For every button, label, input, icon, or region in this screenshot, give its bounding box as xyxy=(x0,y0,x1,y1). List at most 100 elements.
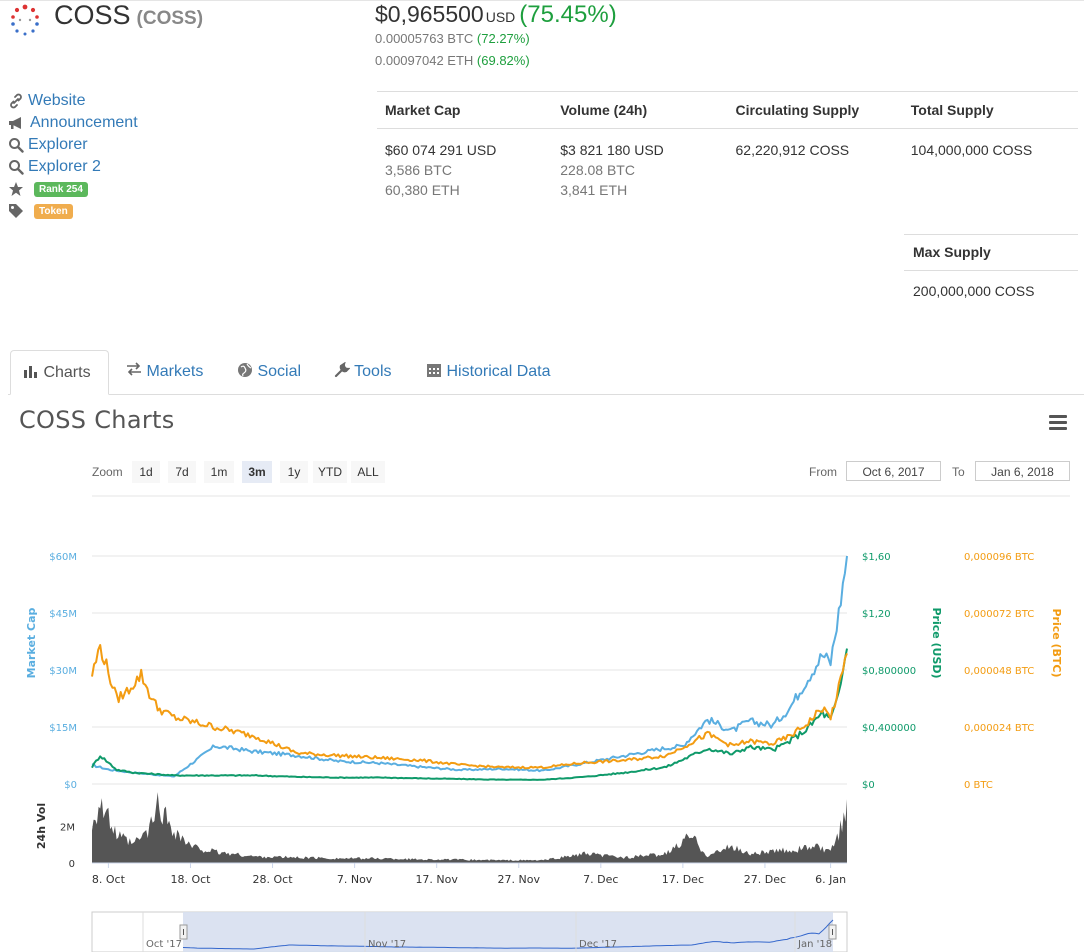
price-eth: 0.00097042 ETH (69.82%) xyxy=(375,53,530,68)
price-usd: $0,965500 USD (75.45%) xyxy=(375,1,617,29)
max-supply-header: Max Supply xyxy=(904,234,1078,271)
link-website-label[interactable]: Website xyxy=(28,92,86,110)
market-cap-cell: $60 074 291 USD 3,586 BTC 60,380 ETH xyxy=(377,140,552,200)
chart-axis-ticks: $0 $0 0 BTC $15M $0,400000 0,000024 BTC $30M $0… xyxy=(49,552,1034,870)
volume-eth: 3,841 ETH xyxy=(560,182,628,198)
volume-usd: $3 821 180 USD xyxy=(560,142,664,158)
charts-title: COSS Charts xyxy=(19,406,175,434)
link-explorer-2[interactable]: Explorer 2 xyxy=(8,156,138,178)
tab-historical-data[interactable]: Historical Data xyxy=(426,350,550,394)
market-cap-tick: $15M xyxy=(49,723,77,734)
tab-tools[interactable]: Tools xyxy=(334,350,392,394)
stats-header-total: Total Supply xyxy=(910,102,994,118)
link-announcement-label[interactable]: Announcement xyxy=(30,114,138,132)
price-usd-tick: $0,400000 xyxy=(862,723,916,734)
stats-header-circulating: Circulating Supply xyxy=(735,102,860,118)
zoom-1m-button[interactable]: 1m xyxy=(204,461,234,483)
x-tick-label: 18. Oct xyxy=(170,873,211,886)
from-date-input[interactable]: Oct 6, 2017 xyxy=(846,461,941,481)
price-btc-tick: 0 BTC xyxy=(964,780,993,791)
tab-markets[interactable]: Markets xyxy=(126,350,203,394)
circulating-supply-value: 62,220,912 COSS xyxy=(735,142,850,158)
navigator-label: Jan '18 xyxy=(797,939,832,950)
exchange-icon xyxy=(127,362,141,376)
x-tick-label: 17. Dec xyxy=(662,873,704,886)
tab-charts[interactable]: Charts xyxy=(10,350,109,395)
price-usd-value: $0,965500 xyxy=(375,1,484,27)
market-cap-btc: 3,586 BTC xyxy=(385,162,452,178)
stats-header-volume: Volume (24h) xyxy=(560,102,648,118)
chart-series xyxy=(91,555,848,781)
coss-logo-icon xyxy=(11,4,39,36)
zoom-all-button[interactable]: ALL xyxy=(351,461,385,483)
volume-btc: 228.08 BTC xyxy=(560,162,635,178)
x-tick-label: 27. Dec xyxy=(744,873,786,886)
price-btc-change: (72.27%) xyxy=(476,31,530,46)
type-badge: Token xyxy=(34,203,73,219)
to-label: To xyxy=(952,465,965,479)
price-btc: 0.00005763 BTC (72.27%) xyxy=(375,31,530,46)
x-axis-ticks: 8. Oct 18. Oct 28. Oct 7. Nov 17. Nov 27. Nov… xyxy=(92,862,847,886)
volume-axis-label: 24h Vol xyxy=(35,803,48,849)
coin-symbol: (COSS) xyxy=(136,8,204,29)
stats-body-row: $60 074 291 USD 3,586 BTC 60,380 ETH $3 … xyxy=(377,129,1078,200)
zoom-1y-button[interactable]: 1y xyxy=(280,461,308,483)
volume-tick: 2M xyxy=(60,823,75,834)
tab-social[interactable]: Social xyxy=(237,350,301,394)
x-tick-label: 7. Dec xyxy=(583,873,618,886)
price-usd-unit: USD xyxy=(485,9,516,25)
tab-bar: Charts Markets Social Tools Historical D… xyxy=(8,350,1084,395)
tab-historical-data-label: Historical Data xyxy=(446,363,551,380)
zoom-3m-button[interactable]: 3m xyxy=(242,461,272,483)
star-icon xyxy=(9,182,23,196)
rank-badge: Rank 254 xyxy=(34,181,88,197)
link-website[interactable]: Website xyxy=(8,90,138,112)
to-date-input[interactable]: Jan 6, 2018 xyxy=(975,461,1070,481)
price-usd-tick: $1,60 xyxy=(862,552,891,563)
zoom-7d-button[interactable]: 7d xyxy=(168,461,196,483)
search-icon xyxy=(9,160,24,175)
tab-tools-label: Tools xyxy=(354,363,392,380)
x-tick-label: 17. Nov xyxy=(415,873,458,886)
link-explorer-label[interactable]: Explorer xyxy=(28,136,88,154)
price-btc-line xyxy=(91,644,848,770)
navigator-label: Nov '17 xyxy=(368,939,406,950)
x-tick-label: 27. Nov xyxy=(498,873,541,886)
price-chart[interactable]: $0 $0 0 BTC $15M $0,400000 0,000024 BTC $30M $0… xyxy=(0,488,1084,952)
volume-tick: 0 xyxy=(69,859,75,870)
zoom-1d-button[interactable]: 1d xyxy=(132,461,160,483)
from-label: From xyxy=(809,465,837,479)
market-cap-tick: $0 xyxy=(64,780,77,791)
globe-icon xyxy=(238,363,252,377)
price-usd-change: (75.45%) xyxy=(519,1,617,28)
total-supply-value: 104,000,000 COSS xyxy=(910,142,1033,158)
link-announcement[interactable]: Announcement xyxy=(8,112,138,134)
market-cap-axis-label: Market Cap xyxy=(25,608,38,679)
price-btc-tick: 0,000096 BTC xyxy=(964,552,1034,563)
max-supply: Max Supply 200,000,000 COSS xyxy=(904,234,1078,299)
wrench-icon xyxy=(334,361,351,378)
x-tick-label: 6. Jan xyxy=(815,873,846,886)
market-cap-eth: 60,380 ETH xyxy=(385,182,460,198)
market-cap-usd: $60 074 291 USD xyxy=(385,142,497,158)
stats-header-row: Market Cap Volume (24h) Circulating Supp… xyxy=(377,91,1078,129)
x-tick-label: 28. Oct xyxy=(253,873,294,886)
navigator-label: Dec '17 xyxy=(579,939,617,950)
x-tick-label: 7. Nov xyxy=(337,873,373,886)
rank-row: Rank 254 xyxy=(8,178,138,200)
chart-gridlines xyxy=(92,555,847,864)
price-btc-value: 0.00005763 BTC xyxy=(375,31,474,46)
price-btc-tick: 0,000072 BTC xyxy=(964,609,1034,620)
zoom-ytd-button[interactable]: YTD xyxy=(313,461,347,483)
tag-icon xyxy=(9,204,23,218)
chart-navigator[interactable]: Oct '17 Nov '17 Dec '17 Jan '18 xyxy=(91,911,848,952)
market-cap-line xyxy=(91,555,848,778)
coin-title: COSS (COSS) xyxy=(54,0,203,31)
link-explorer-2-label[interactable]: Explorer 2 xyxy=(28,158,101,176)
price-usd-line xyxy=(91,648,848,781)
tab-markets-label: Markets xyxy=(146,363,204,380)
volume-cell: $3 821 180 USD 228.08 BTC 3,841 ETH xyxy=(552,140,727,200)
hamburger-menu-icon[interactable] xyxy=(1049,415,1067,430)
price-eth-change: (69.82%) xyxy=(476,53,530,68)
link-explorer[interactable]: Explorer xyxy=(8,134,138,156)
